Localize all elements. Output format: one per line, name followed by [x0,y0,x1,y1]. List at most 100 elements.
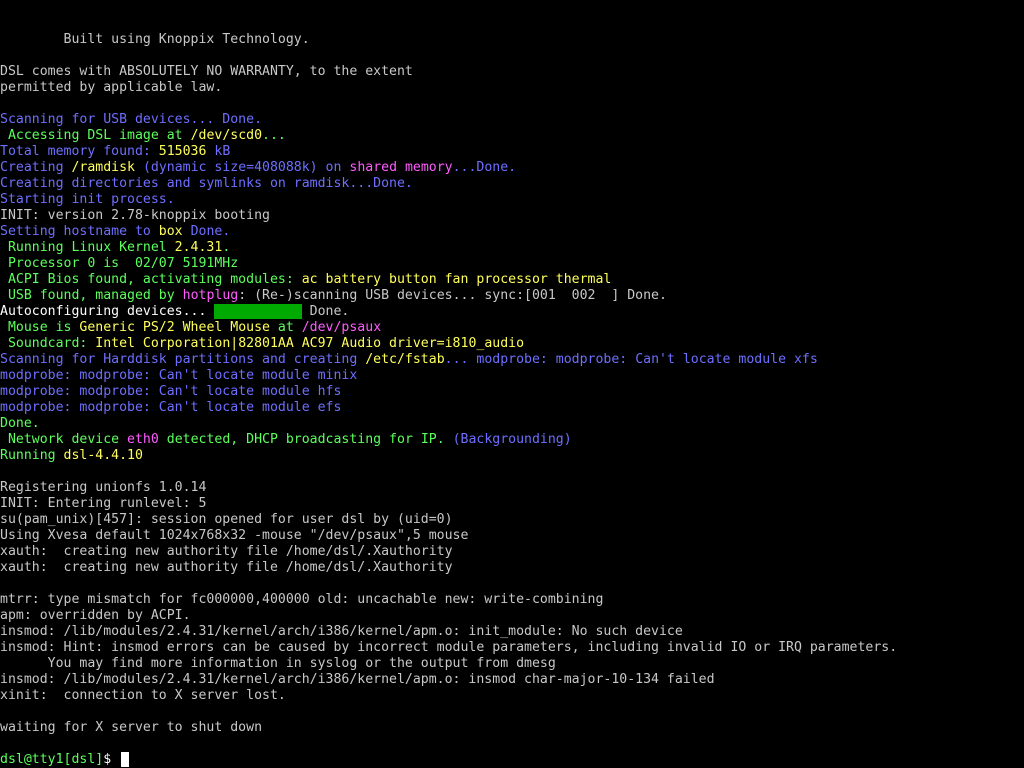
terminal-text-segment: DSL comes with ABSOLUTELY NO WARRANTY, t… [0,64,413,79]
terminal-text-segment: kB [206,144,231,159]
terminal-text-segment: insmod: Hint: insmod errors can be cause… [0,640,898,655]
terminal-text-segment: apm: overridden by ACPI. [0,608,191,623]
terminal-line: apm: overridden by ACPI. [0,608,1024,624]
terminal-line: Scanning for Harddisk partitions and cre… [0,352,1024,368]
terminal-line: Processor 0 is 02/07 5191MHz [0,256,1024,272]
terminal-text-segment: 2.4.31 [174,240,223,255]
terminal-line: Done. [0,416,1024,432]
terminal-text-segment: You may find more information in syslog … [0,656,556,671]
terminal-line: Total memory found: 515036 kB [0,144,1024,160]
terminal-line: USB found, managed by hotplug: (Re-)scan… [0,288,1024,304]
terminal-text-segment: xauth: creating new authority file /home… [0,544,453,559]
terminal-line: Accessing DSL image at /dev/scd0... [0,128,1024,144]
terminal-line: Scanning for USB devices... Done. [0,112,1024,128]
terminal-line: Registering unionfs 1.0.14 [0,480,1024,496]
terminal-text-segment: Done. [0,416,40,431]
terminal-text-segment: shared memory [349,160,453,175]
terminal-text-segment: Processor 0 is 02/07 5191MHz [0,256,239,271]
terminal-text-segment: Intel Corporation|82801AA AC97 Audio dri… [95,336,525,351]
terminal-text-segment: Starting init process. [0,192,175,207]
terminal-text-segment: Setting hostname to [0,224,159,239]
terminal-text-segment: : (Re-)scanning USB devices... sync:[001… [238,288,667,303]
terminal-text-segment: /dev/psaux [301,320,382,335]
progress-bar-fill [214,304,302,319]
terminal-text-segment: Accessing DSL image at [0,128,191,143]
terminal-line: xinit: connection to X server lost. [0,688,1024,704]
terminal-text-segment: detected, DHCP broadcasting for IP. [158,432,453,447]
terminal-text-segment: /etc/fstab [365,352,445,367]
terminal-text-segment: Creating [0,160,72,175]
terminal-line: modprobe: modprobe: Can't locate module … [0,400,1024,416]
terminal-line: modprobe: modprobe: Can't locate module … [0,384,1024,400]
terminal-text-segment: Soundcard: [0,336,96,351]
terminal-text-segment: Scanning for USB devices... Done. [0,112,263,127]
terminal-text-segment: box [158,224,183,239]
terminal-text-segment: Running Linux Kernel [0,240,175,255]
terminal-line: Using Xvesa default 1024x768x32 -mouse "… [0,528,1024,544]
terminal-text-segment: ACPI Bios found, activating modules: [0,272,302,287]
terminal-text-segment: ...Done. [452,160,517,175]
terminal-text-segment: /ramdisk [71,160,135,175]
terminal-line: xauth: creating new authority file /home… [0,544,1024,560]
terminal-line: DSL comes with ABSOLUTELY NO WARRANTY, t… [0,64,1024,80]
terminal-text-segment: su(pam_unix)[457]: session opened for us… [0,512,453,527]
terminal-line: Mouse is Generic PS/2 Wheel Mouse at /de… [0,320,1024,336]
terminal-text-segment: eth0 [127,432,159,447]
terminal-text-segment: xauth: creating new authority file /home… [0,560,453,575]
shell-prompt-line[interactable]: dsl@tty1[dsl]$ [0,752,1024,768]
terminal-line: insmod: Hint: insmod errors can be cause… [0,640,1024,656]
terminal-text-segment: Scanning for Harddisk partitions and cre… [0,352,366,367]
terminal-text-segment: Generic PS/2 Wheel Mouse [79,320,270,335]
terminal-line: INIT: version 2.78-knoppix booting [0,208,1024,224]
terminal-line: Built using Knoppix Technology. [0,32,1024,48]
terminal-line: Creating /ramdisk (dynamic size=408088k)… [0,160,1024,176]
terminal-line: Starting init process. [0,192,1024,208]
terminal-text-segment: mtrr: type mismatch for fc000000,400000 … [0,592,604,607]
terminal-text-segment: USB found, managed by [0,288,183,303]
terminal-text-segment: (dynamic size=408088k) on [135,160,350,175]
terminal-text-segment: Registering unionfs 1.0.14 [0,480,207,495]
terminal-line: mtrr: type mismatch for fc000000,400000 … [0,592,1024,608]
terminal-text-segment: waiting for X server to shut down [0,720,263,735]
terminal-text-segment: INIT: version 2.78-knoppix booting [0,208,270,223]
text-cursor[interactable] [121,752,130,767]
terminal-console[interactable]: Built using Knoppix Technology. DSL comes… [0,0,1024,768]
terminal-line: modprobe: modprobe: Can't locate module … [0,368,1024,384]
terminal-output: Built using Knoppix Technology. DSL comes… [0,32,1024,752]
terminal-text-segment: permitted by applicable law. [0,80,223,95]
terminal-text-segment: Mouse is [0,320,80,335]
terminal-line: Creating directories and symlinks on ram… [0,176,1024,192]
prompt-symbol: $ [103,752,120,767]
terminal-text-segment: xinit: connection to X server lost. [0,688,286,703]
terminal-text-segment: hotplug [182,288,239,303]
terminal-line: You may find more information in syslog … [0,656,1024,672]
terminal-text-segment: Done. [182,224,231,239]
terminal-line: INIT: Entering runlevel: 5 [0,496,1024,512]
terminal-text-segment: at [269,320,302,335]
terminal-text-segment: Total memory found: [0,144,159,159]
terminal-text-segment: Autoconfiguring devices... [0,304,215,319]
terminal-text-segment: Running [0,448,64,463]
terminal-text-segment: INIT: Entering runlevel: 5 [0,496,207,511]
terminal-text-segment: /dev/scd0 [190,128,263,143]
terminal-text-segment: insmod: /lib/modules/2.4.31/kernel/arch/… [0,624,683,639]
terminal-line: waiting for X server to shut down [0,720,1024,736]
terminal-text-segment: Done. [301,304,350,319]
terminal-line: Running dsl-4.4.10 [0,448,1024,464]
terminal-text-segment: . [222,240,231,255]
terminal-text-segment: Using Xvesa default 1024x768x32 -mouse "… [0,528,469,543]
prompt-user: dsl@tty1 [0,752,64,767]
terminal-text-segment: dsl-4.4.10 [63,448,143,463]
terminal-line: Soundcard: Intel Corporation|82801AA AC9… [0,336,1024,352]
terminal-line: permitted by applicable law. [0,80,1024,96]
terminal-line: xauth: creating new authority file /home… [0,560,1024,576]
prompt-path: [dsl] [63,752,104,767]
terminal-text-segment: (Backgrounding) [452,432,572,447]
terminal-line: su(pam_unix)[457]: session opened for us… [0,512,1024,528]
